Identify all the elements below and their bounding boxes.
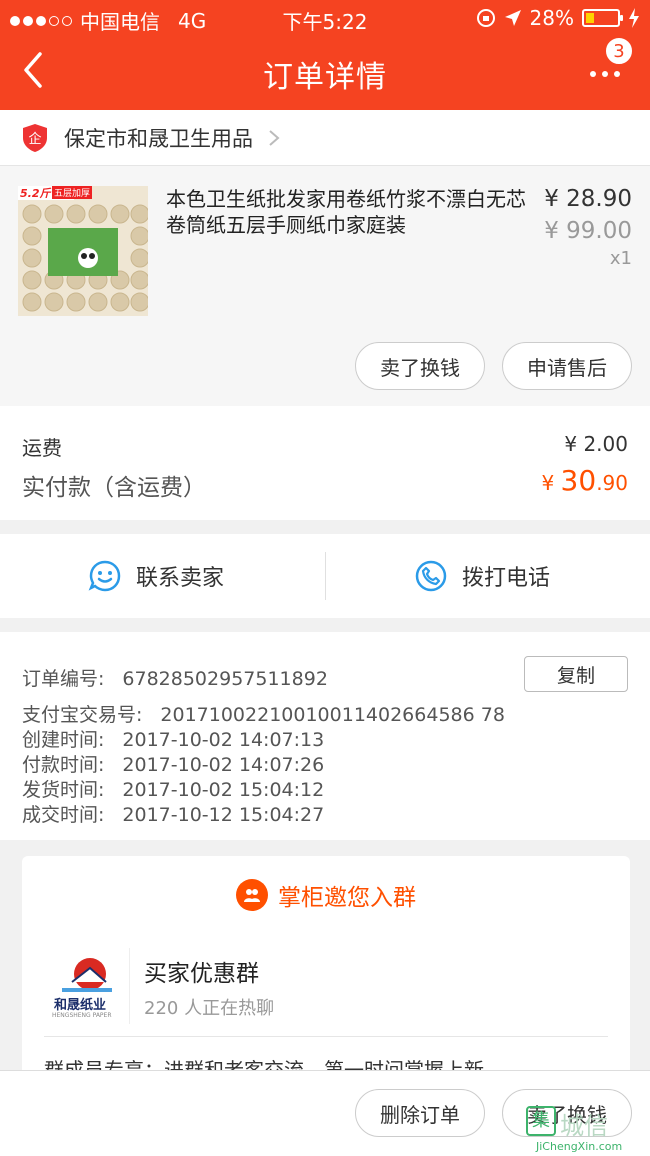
created-time-value: 2017-10-02 14:07:13 (122, 729, 325, 751)
created-time-key: 创建时间: (22, 729, 105, 751)
paid-dec: .90 (596, 471, 628, 495)
product-image[interactable]: 5.2斤 五层加厚 (18, 186, 148, 316)
app-header: 中国电信 4G 下午5:22 28% 订单详情 3 (0, 0, 650, 110)
phone-icon (415, 560, 447, 592)
paid-time-key: 付款时间: (22, 754, 105, 776)
svg-text:企: 企 (28, 131, 41, 147)
call-phone-label: 拨打电话 (462, 566, 551, 591)
watermark-logo: 集 (526, 1106, 556, 1136)
group-member-count: 220 人正在热聊 (144, 998, 275, 1019)
shipping-value: ¥ 2.00 (564, 432, 628, 456)
paid-amount: ¥ 30.90 (541, 464, 628, 497)
order-number-row: 订单编号: 67828502957511892 (22, 664, 328, 691)
copy-button[interactable]: 复制 (524, 656, 628, 692)
battery-icon (582, 9, 623, 27)
product-price: ¥ 28.90 (544, 186, 632, 212)
sell-for-cash-button[interactable]: 卖了换钱 (355, 342, 485, 390)
group-people-icon (236, 879, 268, 911)
paid-int: 30 (560, 464, 597, 497)
group-logo-subtext: HENGSHENG PAPER (52, 1012, 112, 1019)
order-number-value[interactable]: 67828502957511892 (122, 668, 328, 690)
contact-divider (325, 552, 326, 600)
paid-currency: ¥ (541, 471, 561, 495)
charging-icon (629, 8, 639, 28)
shipped-time-value: 2017-10-02 15:04:12 (122, 779, 325, 801)
chevron-right-icon (269, 129, 280, 146)
group-name: 买家优惠群 (144, 961, 259, 987)
battery-percent: 28% (529, 6, 574, 30)
after-sale-button[interactable]: 申请售后 (502, 342, 632, 390)
delete-order-button[interactable]: 删除订单 (355, 1089, 485, 1137)
watermark-text: 城信 (560, 1112, 608, 1140)
group-invite-header: 掌柜邀您入群 (22, 878, 630, 912)
shipping-label: 运费 (22, 436, 62, 460)
call-phone-button[interactable]: 拨打电话 (414, 534, 550, 618)
image-badge-layers: 五层加厚 (52, 186, 93, 199)
completed-time-key: 成交时间: (22, 804, 105, 826)
status-right: 28% (476, 6, 640, 30)
alipay-number-value: 20171002210010011402664586 78 (160, 704, 505, 726)
more-button[interactable]: 3 (586, 36, 634, 94)
fee-section: 运费 ¥ 2.00 实付款（含运费） ¥ 30.90 (0, 406, 650, 520)
product-original-price: ¥ 99.00 (544, 218, 632, 244)
group-invite-title: 掌柜邀您入群 (278, 885, 416, 911)
contact-seller-button[interactable]: 联系卖家 (88, 534, 224, 618)
group-logo-text: 和晟纸业 (54, 998, 107, 1013)
shipped-time-key: 发货时间: (22, 779, 105, 801)
contact-section: 联系卖家 拨打电话 (0, 534, 650, 618)
page-title: 订单详情 (263, 60, 387, 95)
more-icon (590, 71, 620, 77)
status-bar: 中国电信 4G 下午5:22 28% (0, 0, 650, 34)
product-card[interactable]: 5.2斤 五层加厚 本色卫生纸批发家用卷纸竹浆不漂白无芯卷筒纸五层手厕纸巾家庭装… (0, 166, 650, 406)
completed-time-value: 2017-10-12 15:04:27 (122, 804, 325, 826)
product-quantity: x1 (609, 248, 632, 269)
group-logo: 和晟纸业 HENGSHENG PAPER (44, 948, 130, 1024)
shop-name: 保定市和晟卫生用品 (64, 126, 253, 151)
created-time-row: 创建时间: 2017-10-02 14:07:13 (22, 725, 324, 752)
alipay-number-row: 支付宝交易号: 20171002210010011402664586 78 (22, 700, 505, 727)
alipay-number-key: 支付宝交易号: (22, 704, 143, 726)
paid-label: 实付款（含运费） (22, 475, 206, 501)
toilet-paper-image (18, 186, 148, 316)
message-badge: 3 (604, 36, 634, 66)
image-badge-weight: 5.2斤 (20, 187, 51, 200)
paid-time-value: 2017-10-02 14:07:26 (122, 754, 325, 776)
product-title[interactable]: 本色卫生纸批发家用卷纸竹浆不漂白无芯卷筒纸五层手厕纸巾家庭装 (166, 186, 536, 238)
group-invite-card: 掌柜邀您入群 和晟纸业 HENGSHENG PAPER 买家优惠群 220 人正… (22, 856, 630, 1096)
order-number-key: 订单编号: (22, 668, 105, 690)
chat-smile-icon (88, 560, 121, 592)
shop-shield-icon: 企 (23, 123, 47, 152)
shipped-time-row: 发货时间: 2017-10-02 15:04:12 (22, 775, 324, 802)
paid-time-row: 付款时间: 2017-10-02 14:07:26 (22, 750, 324, 777)
contact-seller-label: 联系卖家 (136, 566, 225, 591)
location-icon (504, 10, 521, 26)
watermark-url: JiChengXin.com (536, 1140, 623, 1153)
completed-time-row: 成交时间: 2017-10-12 15:04:27 (22, 800, 324, 827)
rotation-lock-icon (476, 9, 495, 27)
watermark: 集 城信 JiChengXin.com (526, 1106, 646, 1156)
shop-row[interactable]: 企 保定市和晟卫生用品 (0, 110, 650, 166)
order-info-section: 订单编号: 67828502957511892 复制 支付宝交易号: 2017100… (0, 632, 650, 840)
group-divider (44, 1036, 608, 1037)
